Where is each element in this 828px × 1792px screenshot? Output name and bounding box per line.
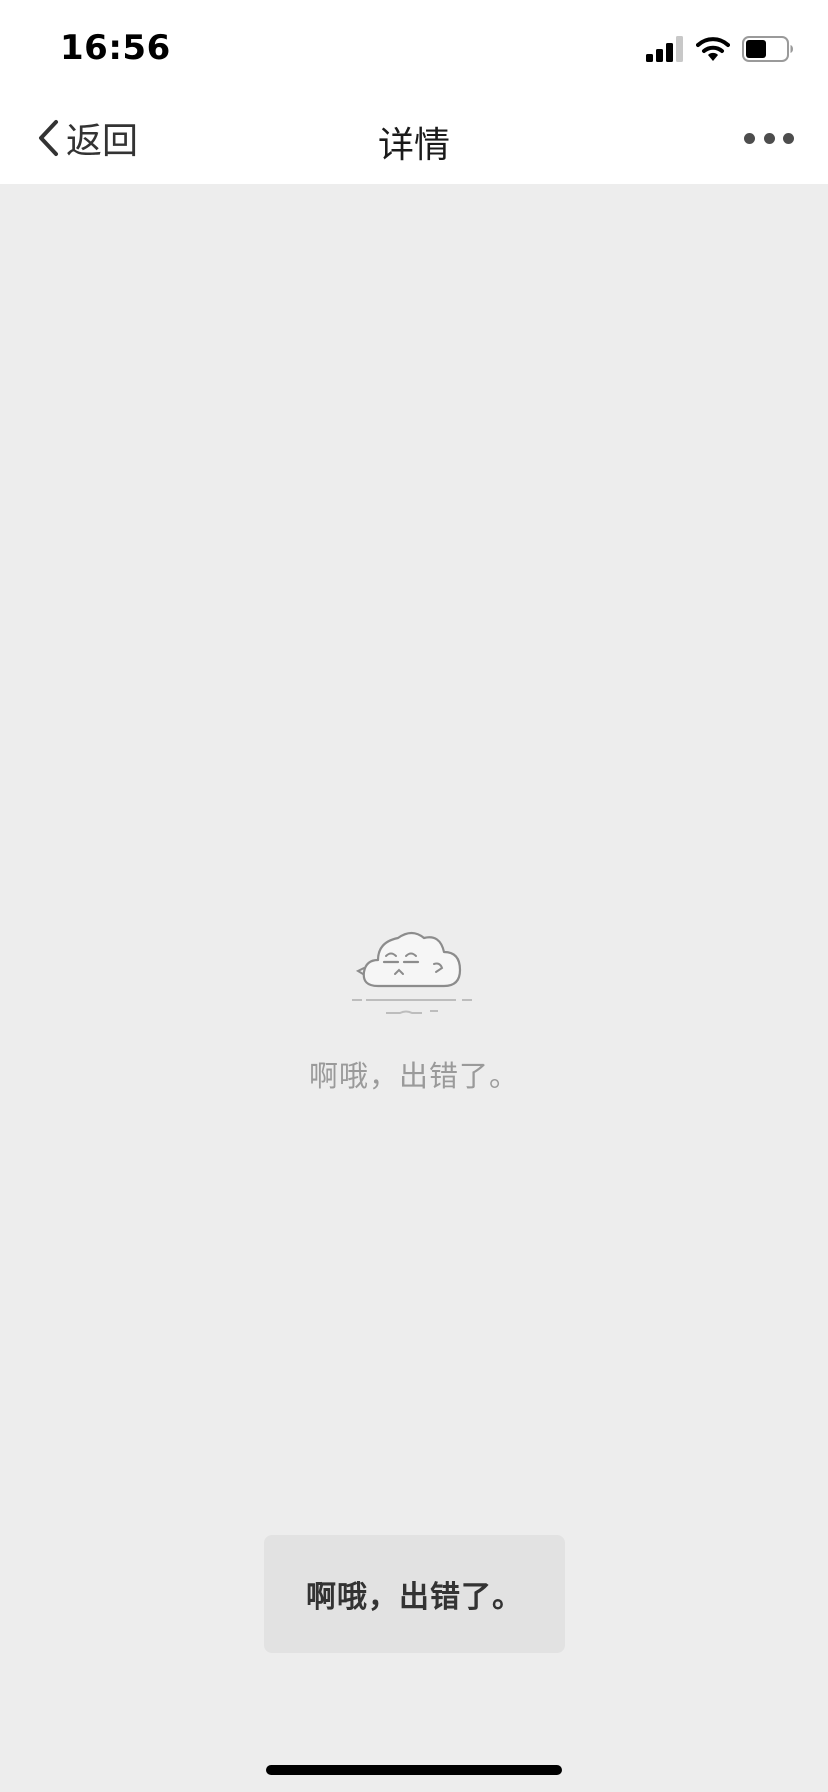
more-icon-dot bbox=[783, 132, 794, 144]
page-title: 详情 bbox=[377, 125, 450, 166]
more-icon-dot bbox=[763, 132, 775, 144]
more-icon bbox=[744, 132, 755, 144]
cloud-icon bbox=[352, 931, 472, 1014]
home-indicator[interactable] bbox=[266, 1765, 562, 1775]
signal-icon bbox=[646, 36, 683, 62]
status-icons bbox=[646, 34, 794, 64]
status-bar: 16:56 bbox=[0, 0, 828, 92]
toast: 啊哦，出错了。 bbox=[264, 1535, 565, 1653]
more-button[interactable] bbox=[744, 122, 794, 154]
battery-icon bbox=[742, 36, 793, 62]
navigation-bar: 返回 详情 bbox=[0, 92, 828, 184]
error-message: 啊哦，出错了。 bbox=[308, 1059, 519, 1093]
status-time: 16:56 bbox=[60, 28, 171, 68]
wifi-icon bbox=[696, 37, 730, 61]
toast-text: 啊哦，出错了。 bbox=[306, 1580, 523, 1615]
